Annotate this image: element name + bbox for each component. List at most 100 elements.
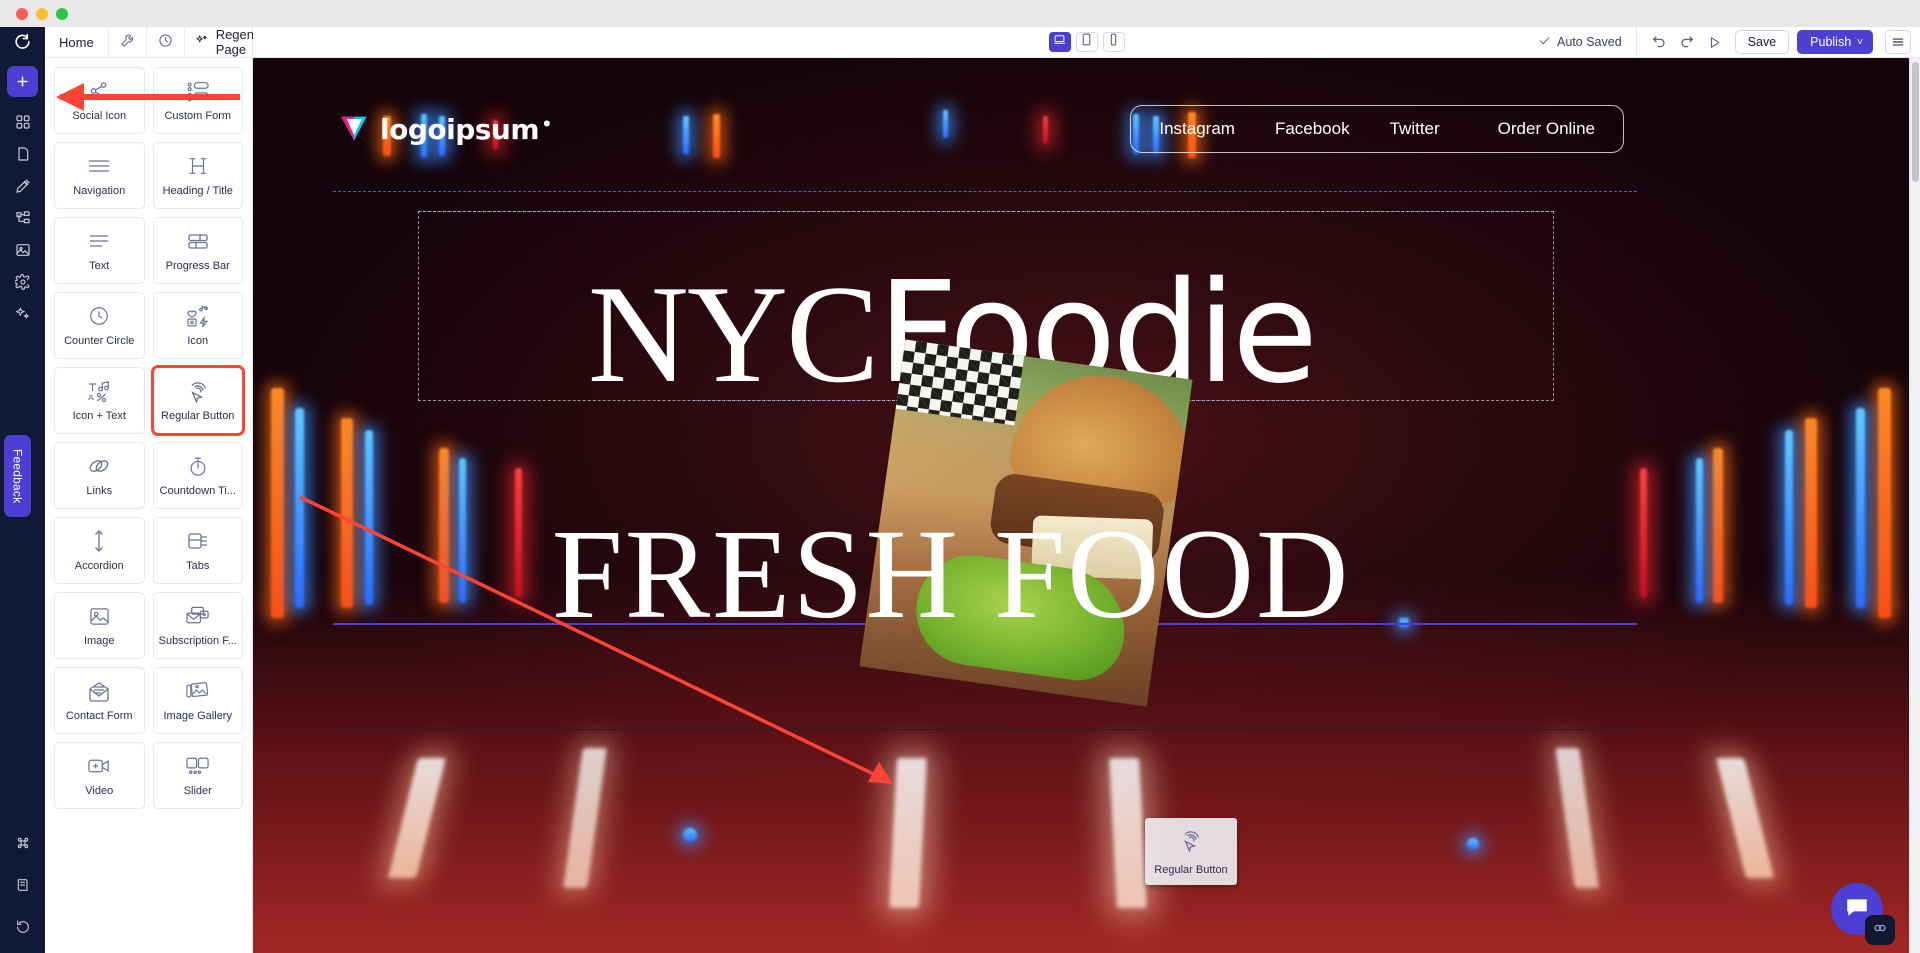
- clock-icon: [158, 33, 173, 51]
- tab-home[interactable]: Home: [45, 26, 109, 58]
- guide-line-top: [333, 191, 1637, 192]
- tabs-panel-icon: [186, 529, 210, 553]
- widget-progress-bar[interactable]: Progress Bar: [152, 217, 243, 284]
- widget-video[interactable]: Video: [54, 742, 145, 809]
- icon-text-icon: [87, 379, 111, 403]
- window-minimize-button[interactable]: [36, 7, 48, 20]
- tab-home-label: Home: [59, 34, 94, 50]
- hero-heading-fresh-food: FRESH FOOD: [551, 503, 1351, 645]
- drag-ghost-regular-button[interactable]: Regular Button: [1145, 818, 1237, 885]
- sidebar-item-settings[interactable]: [7, 266, 38, 297]
- sidebar-item-docs[interactable]: [7, 869, 38, 900]
- publish-button[interactable]: Publish ˅: [1797, 30, 1873, 54]
- widget-image-gallery[interactable]: Image Gallery: [152, 667, 243, 734]
- widget-counter-circle[interactable]: Counter Circle: [54, 292, 145, 359]
- widget-image[interactable]: Image: [54, 592, 145, 659]
- widget-slider[interactable]: Slider: [152, 742, 243, 809]
- envelope-cards-icon: [185, 604, 210, 628]
- canvas-scrollbar[interactable]: [1909, 58, 1920, 953]
- sidebar-item-layers[interactable]: [7, 202, 38, 233]
- preview-button[interactable]: [1701, 28, 1729, 56]
- nav-link-facebook[interactable]: Facebook: [1275, 119, 1350, 139]
- device-tablet-button[interactable]: [1075, 32, 1098, 52]
- chevron-down-icon[interactable]: ˅: [1857, 37, 1863, 48]
- widget-panel: Home Regenerate Page Social Icon Custom …: [45, 26, 296, 953]
- top-toolbar: Auto Saved Save Publish ˅: [253, 26, 1920, 58]
- text-lines-icon: [87, 229, 111, 253]
- heading-h-icon: [187, 154, 209, 178]
- feedback-button[interactable]: Feedback: [4, 435, 31, 517]
- chat-link-badge[interactable]: [1865, 915, 1895, 945]
- widget-navigation[interactable]: Navigation: [54, 142, 145, 209]
- site-header: logoipsum • Instagram Facebook Twitter O…: [253, 94, 1909, 164]
- hero-heading-line-2[interactable]: FRESH FOOD: [253, 510, 1649, 638]
- rail-bottom-icons: [7, 827, 38, 953]
- nav-link-instagram[interactable]: Instagram: [1159, 119, 1235, 139]
- logo-registered-dot: •: [543, 111, 551, 136]
- nav-link-order-online[interactable]: Order Online: [1498, 119, 1595, 139]
- widget-label: Image: [83, 635, 115, 647]
- sidebar-item-pages[interactable]: [7, 138, 38, 169]
- widget-label: Heading / Title: [162, 185, 233, 197]
- window-close-button[interactable]: [16, 7, 28, 20]
- drag-ghost-label: Regular Button: [1154, 863, 1228, 876]
- widget-label: Icon: [187, 335, 209, 347]
- widget-contact-form[interactable]: Contact Form: [54, 667, 145, 734]
- auto-saved-status: Auto Saved: [1538, 26, 1637, 58]
- widget-label: Countdown Ti...: [159, 485, 236, 497]
- arrows-vertical-icon: [89, 529, 109, 553]
- widget-label: Counter Circle: [64, 335, 135, 347]
- widget-custom-form[interactable]: Custom Form: [152, 67, 243, 134]
- canvas-wrapper: logoipsum • Instagram Facebook Twitter O…: [253, 58, 1920, 953]
- sidebar-item-add-element[interactable]: [7, 66, 38, 97]
- undo-button[interactable]: [1645, 28, 1673, 56]
- widget-text[interactable]: Text: [54, 217, 145, 284]
- site-logo[interactable]: logoipsum •: [338, 111, 551, 148]
- widget-subscription-form[interactable]: Subscription F...: [152, 592, 243, 659]
- sidebar-item-history[interactable]: [7, 911, 38, 942]
- widget-countdown-timer[interactable]: Countdown Ti...: [152, 442, 243, 509]
- device-mobile-button[interactable]: [1102, 32, 1125, 52]
- sidebar-item-media[interactable]: [7, 234, 38, 265]
- cursor-click-icon: [186, 379, 210, 403]
- cursor-click-icon: [1179, 828, 1203, 857]
- widget-label: Contact Form: [65, 710, 133, 722]
- tab-tools[interactable]: [109, 26, 147, 58]
- phone-icon: [1109, 33, 1118, 51]
- widget-label: Links: [86, 485, 113, 497]
- widget-heading-title[interactable]: Heading / Title: [152, 142, 243, 209]
- sidebar-item-ai-assist[interactable]: [7, 298, 38, 329]
- chain-link-icon: [87, 454, 111, 478]
- page-canvas[interactable]: logoipsum • Instagram Facebook Twitter O…: [253, 58, 1909, 953]
- tab-history[interactable]: [147, 26, 185, 58]
- redo-button[interactable]: [1673, 28, 1701, 56]
- widget-regular-button[interactable]: Regular Button: [150, 365, 245, 436]
- device-desktop-button[interactable]: [1048, 32, 1071, 52]
- sidebar-item-shortcuts[interactable]: [7, 827, 38, 858]
- widget-icon[interactable]: Icon: [152, 292, 243, 359]
- window-titlebar: [0, 0, 1920, 27]
- site-navigation[interactable]: Instagram Facebook Twitter Order Online: [1130, 105, 1624, 153]
- nav-link-twitter[interactable]: Twitter: [1390, 119, 1440, 139]
- save-button[interactable]: Save: [1734, 30, 1790, 54]
- toolbar-right-group: Auto Saved Save Publish ˅: [1538, 26, 1920, 58]
- widget-links[interactable]: Links: [54, 442, 145, 509]
- video-plus-icon: [87, 754, 112, 778]
- sparkle-icon: [195, 34, 209, 51]
- widget-label: Slider: [183, 785, 212, 797]
- sidebar-item-sections[interactable]: [7, 106, 38, 137]
- widget-accordion[interactable]: Accordion: [54, 517, 145, 584]
- canvas-scrollbar-thumb[interactable]: [1912, 62, 1919, 182]
- app-logo-icon[interactable]: [0, 27, 45, 58]
- widget-tabs[interactable]: Tabs: [152, 517, 243, 584]
- hero-heading-nyc: NYC: [587, 257, 880, 412]
- menu-button[interactable]: [1885, 30, 1911, 54]
- auto-saved-label: Auto Saved: [1557, 35, 1622, 49]
- tablet-icon: [1081, 33, 1092, 51]
- sidebar-item-design[interactable]: [7, 170, 38, 201]
- window-maximize-button[interactable]: [56, 7, 68, 20]
- widget-icon-text[interactable]: Icon + Text: [54, 367, 145, 434]
- publish-label: Publish: [1810, 35, 1852, 49]
- triangle-logo-icon: [338, 111, 370, 148]
- widget-social-icon[interactable]: Social Icon: [54, 67, 145, 134]
